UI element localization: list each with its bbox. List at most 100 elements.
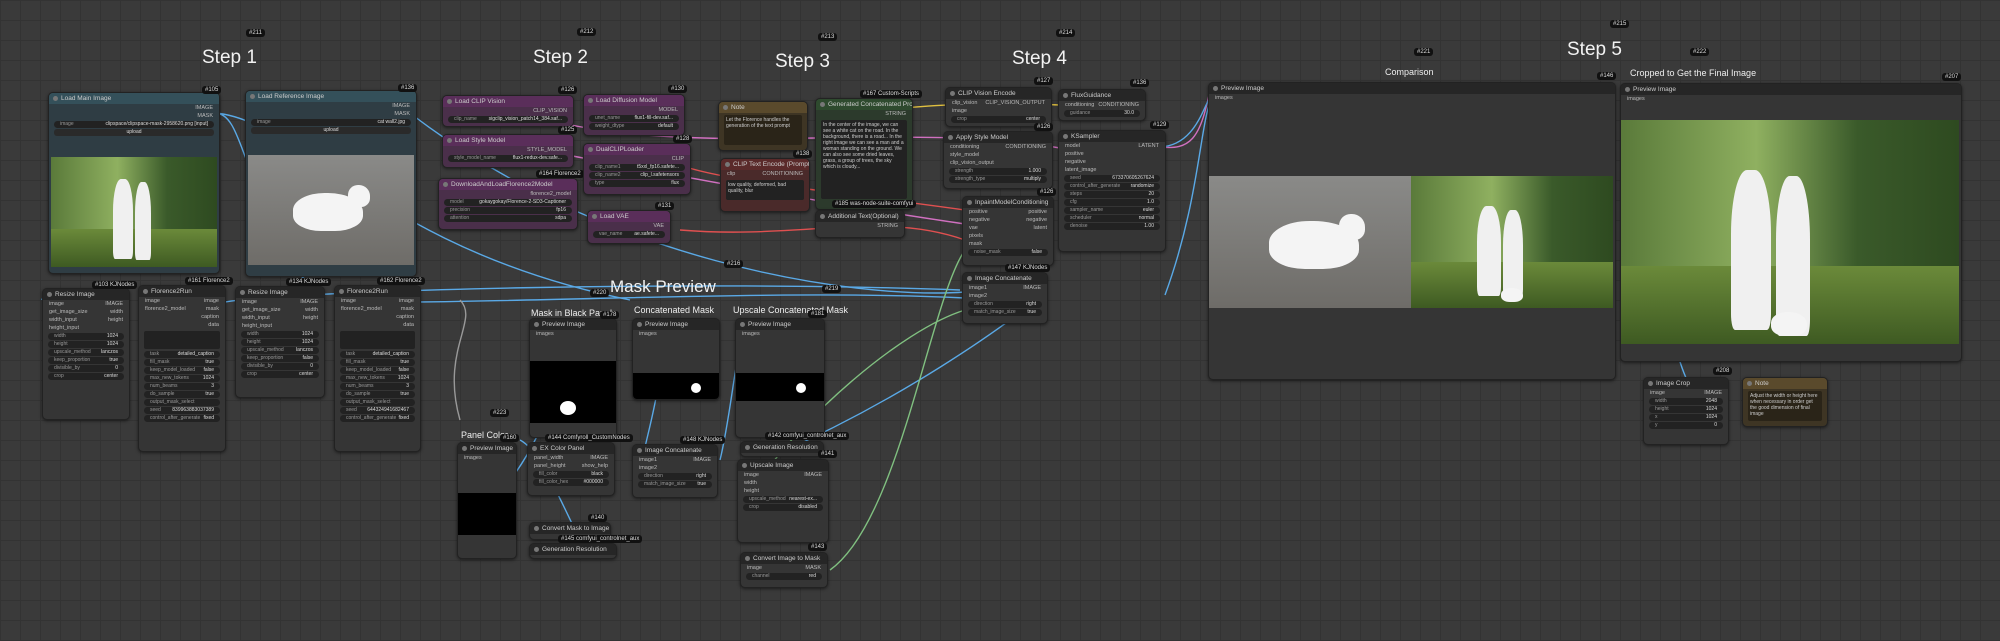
divisible-by-widget[interactable]: divisible_by 0 xyxy=(48,365,124,372)
inpaint-model-conditioning-node[interactable]: InpaintModelConditioning positive positiv… xyxy=(962,196,1054,266)
node-title[interactable]: Preview Image xyxy=(736,319,824,330)
negative-prompt-text[interactable]: low quality, deformed, bad quality, blur xyxy=(726,180,804,200)
load-main-image-node[interactable]: Load Main Image IMAGE MASK image clipspac… xyxy=(48,92,220,274)
height-widget[interactable]: height 1024 xyxy=(48,341,124,348)
node-title[interactable]: Resize Image xyxy=(43,289,129,300)
ksampler-node[interactable]: KSampler model LATENT positive negative l… xyxy=(1058,130,1166,252)
node-title[interactable]: Preview Image xyxy=(530,319,616,330)
panel-color-preview-node[interactable]: Preview Image images xyxy=(457,442,517,559)
node-title[interactable]: EX Color Panel xyxy=(528,443,614,454)
node-title[interactable]: Additional Text(Optional) xyxy=(816,211,904,222)
node-title[interactable]: Load Reference Image xyxy=(246,91,416,102)
node-title[interactable]: Image Crop xyxy=(1644,378,1728,389)
node-id: #126 xyxy=(1034,123,1054,131)
node-title[interactable]: FluxGuidance xyxy=(1059,90,1145,101)
note-text[interactable]: Let the Florence handles the generation … xyxy=(724,115,802,145)
clip-text-encode-node[interactable]: CLIP Text Encode (Prompt) clip CONDITIONI… xyxy=(720,158,810,212)
node-title[interactable]: KSampler xyxy=(1059,131,1165,142)
panel-preview-image xyxy=(458,493,516,535)
generation-resolution-node-1[interactable]: Generation Resolution xyxy=(529,543,617,559)
prompt-text[interactable]: In the center of the image, we can see a… xyxy=(821,120,907,199)
load-vae-node[interactable]: Load VAE VAE vae_name ae.safete... xyxy=(587,210,671,244)
node-title[interactable]: Generation Resolution xyxy=(741,442,823,453)
node-title[interactable]: Preview Image xyxy=(458,443,516,454)
text-input[interactable] xyxy=(340,331,415,349)
node-title[interactable]: Load CLIP Vision xyxy=(443,96,573,107)
node-title[interactable]: Convert Mask to Image xyxy=(530,523,610,534)
florence2-run-node-2[interactable]: Florence2Run image image florence2_model m… xyxy=(334,285,421,452)
node-title[interactable]: Generation Resolution xyxy=(530,544,616,555)
upscaled-mask-preview-node[interactable]: Preview Image images xyxy=(735,318,825,438)
mask-output[interactable]: MASK xyxy=(197,112,213,120)
node-id: #147 KJNodes xyxy=(1005,264,1051,272)
crop-widget[interactable]: crop center xyxy=(48,373,124,380)
node-title[interactable]: Upscale Image xyxy=(738,460,828,471)
node-title[interactable]: Image Concatenate xyxy=(633,445,717,456)
generation-resolution-node-2[interactable]: Generation Resolution xyxy=(740,441,824,457)
flux-guidance-node[interactable]: FluxGuidance conditioning CONDITIONING gu… xyxy=(1058,89,1146,121)
image-concatenate-node-mid[interactable]: Image Concatenate image1 IMAGE image2 dir… xyxy=(632,444,718,498)
florence2-run-node-1[interactable]: Florence2Run image image florence2_model m… xyxy=(138,285,226,452)
resize-image-node-1[interactable]: Resize Image image IMAGE get_image_size wi… xyxy=(42,288,130,420)
image-output[interactable]: IMAGE xyxy=(392,102,410,110)
mask-output[interactable]: MASK xyxy=(394,110,410,118)
load-clip-vision-node[interactable]: Load CLIP Vision CLIP_VISION clip_name si… xyxy=(442,95,574,127)
node-title[interactable]: Florence2Run xyxy=(335,286,420,297)
node-title[interactable]: Load Main Image xyxy=(49,93,219,104)
load-reference-image-node[interactable]: Load Reference Image IMAGE MASK image cat… xyxy=(245,90,417,277)
apply-style-model-node[interactable]: Apply Style Model conditioning CONDITIONI… xyxy=(943,131,1053,189)
load-style-model-node[interactable]: Load Style Model STYLE_MODEL style_model… xyxy=(442,134,574,168)
upscale-method-widget[interactable]: upscale_method lanczos xyxy=(48,349,124,356)
upload-button[interactable]: upload xyxy=(54,129,214,136)
node-title[interactable]: Preview Image xyxy=(1621,84,1961,95)
note-node-2[interactable]: Note Adjust the width or height here whe… xyxy=(1742,377,1828,427)
comparison-preview-node[interactable]: Preview Image images xyxy=(1208,82,1616,380)
note-node-1[interactable]: Note Let the Florence handles the genera… xyxy=(718,101,808,151)
additional-text-node[interactable]: Additional Text(Optional) STRING xyxy=(815,210,905,238)
image-crop-node[interactable]: Image Crop image IMAGE width 2048 height 10… xyxy=(1643,377,1729,445)
color-panel-node[interactable]: EX Color Panel panel_width IMAGE panel_he… xyxy=(527,442,615,496)
node-title[interactable]: Preview Image xyxy=(633,319,719,330)
node-title[interactable]: Load Diffusion Model xyxy=(584,95,684,106)
node-title[interactable]: CLIP Text Encode (Prompt) xyxy=(721,159,809,170)
node-id: #105 xyxy=(202,86,222,94)
node-title[interactable]: DownloadAndLoadFlorence2Model xyxy=(439,179,577,190)
node-title[interactable]: Note xyxy=(719,102,807,113)
image-file-select[interactable]: image clipspace/clipspace-mask-2958620.pn… xyxy=(54,121,214,128)
text-input[interactable] xyxy=(144,331,220,349)
image-file-select[interactable]: image cat wall2.jpg xyxy=(251,119,411,126)
node-title[interactable]: InpaintModelConditioning xyxy=(963,197,1053,208)
generated-concatenated-prompt-node[interactable]: Generated Concatenated Prompt STRING In … xyxy=(815,98,913,210)
node-id: #164 Florence2 xyxy=(536,170,584,178)
keep-proportion-widget[interactable]: keep_proportion true xyxy=(48,357,124,364)
resize-image-node-2[interactable]: Resize Image image IMAGE get_image_size wi… xyxy=(235,286,325,398)
node-title[interactable]: Generated Concatenated Prompt xyxy=(816,99,912,110)
dual-clip-loader-node[interactable]: DualCLIPLoader CLIP clip_name1 t5xxl_fp16… xyxy=(583,143,691,195)
convert-image-to-mask-node[interactable]: Convert Image to Mask image MASK channel r… xyxy=(740,552,828,588)
node-title[interactable]: Apply Style Model xyxy=(944,132,1052,143)
image-output[interactable]: IMAGE xyxy=(195,104,213,112)
image-concatenate-node-top[interactable]: Image Concatenate image1 IMAGE image2 dir… xyxy=(962,272,1048,324)
node-title[interactable]: Image Concatenate xyxy=(963,273,1047,284)
upscale-image-node[interactable]: Upscale Image image IMAGE width height up… xyxy=(737,459,829,543)
upload-button[interactable]: upload xyxy=(251,127,411,134)
node-title[interactable]: DualCLIPLoader xyxy=(584,144,690,155)
download-florence2-model-node[interactable]: DownloadAndLoadFlorence2Model florence2_… xyxy=(438,178,578,230)
node-title[interactable]: Resize Image xyxy=(236,287,324,298)
final-preview-node[interactable]: Preview Image images xyxy=(1620,83,1962,362)
width-widget[interactable]: width 1024 xyxy=(48,333,124,340)
node-title[interactable]: Preview Image xyxy=(1209,83,1615,94)
step-5-heading: Step 5 xyxy=(1567,39,1622,60)
node-title[interactable]: CLIP Vision Encode xyxy=(946,88,1051,99)
load-diffusion-model-node[interactable]: Load Diffusion Model MODEL unet_name flux… xyxy=(583,94,685,136)
node-title[interactable]: Load VAE xyxy=(588,211,670,222)
node-title[interactable]: Convert Image to Mask xyxy=(741,553,827,564)
node-title[interactable]: Load Style Model xyxy=(443,135,573,146)
node-title[interactable]: Note xyxy=(1743,378,1827,389)
note-text[interactable]: Adjust the width or height here when nec… xyxy=(1748,391,1822,421)
mask-black-panel-preview-node[interactable]: Preview Image images xyxy=(529,318,617,438)
clip-vision-encode-node[interactable]: CLIP Vision Encode clip_vision CLIP_VISIO… xyxy=(945,87,1052,127)
group-badge: #211 xyxy=(246,29,265,37)
concatenated-mask-preview-node[interactable]: Preview Image images xyxy=(632,318,720,400)
node-title[interactable]: Florence2Run xyxy=(139,286,225,297)
